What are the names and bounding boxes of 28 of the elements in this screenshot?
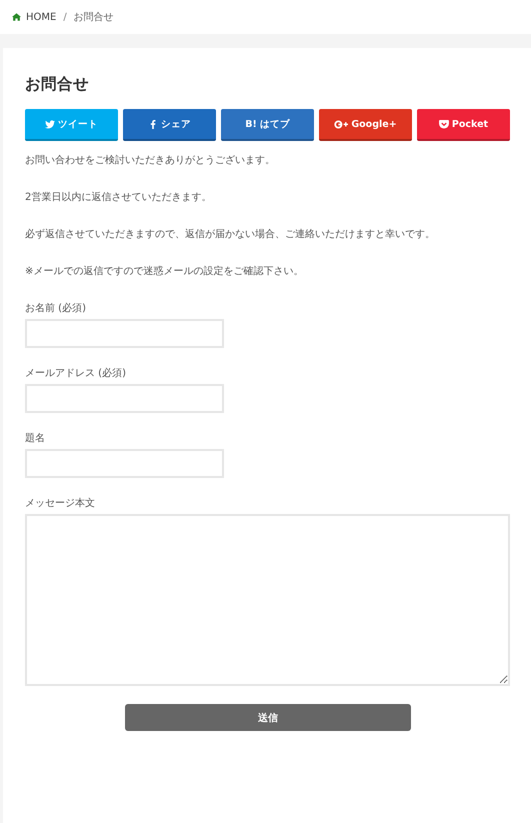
bird-icon xyxy=(45,120,55,128)
info-text: ※メールでの返信ですので迷惑メールの設定をご確認下さい。 xyxy=(25,264,304,279)
info-text: 2営業日以内に返信させていただきます。 xyxy=(25,190,212,205)
share-button[interactable]: Pocket xyxy=(417,109,510,141)
breadcrumb-link[interactable]: HOME xyxy=(26,12,56,22)
google-plus-icon xyxy=(334,120,348,128)
message-field[interactable] xyxy=(25,514,510,686)
input-field[interactable] xyxy=(25,384,224,413)
share-button[interactable]: ツイート xyxy=(25,109,118,141)
page-title: お問合せ xyxy=(25,74,90,95)
facebook-icon xyxy=(148,120,158,128)
submit-button[interactable]: 送信 xyxy=(125,704,411,731)
info-text: 必ず返信させていただきますので、返信が届かない場合、ご連絡いただけますと幸いです。 xyxy=(25,228,436,242)
field-label: お名前 (必須) xyxy=(25,302,87,315)
breadcrumb-separator: / xyxy=(63,12,67,22)
pocket-icon xyxy=(438,120,449,128)
share-button[interactable]: Google+ xyxy=(319,109,412,141)
field-label: メッセージ本文 xyxy=(25,496,96,510)
home-icon xyxy=(12,13,21,21)
info-text: お問い合わせをご検討いただきありがとうございます。 xyxy=(25,154,276,168)
share-button[interactable]: シェア xyxy=(123,109,216,141)
share-button[interactable]: B! はてブ xyxy=(221,109,314,141)
input-field[interactable] xyxy=(25,449,224,478)
hatena-icon: B! xyxy=(245,118,257,130)
field-label: メールアドレス (必須) xyxy=(25,366,127,380)
input-field[interactable] xyxy=(25,319,224,348)
field-label: 題名 xyxy=(25,432,46,445)
breadcrumb-current: お問合せ xyxy=(74,11,114,24)
